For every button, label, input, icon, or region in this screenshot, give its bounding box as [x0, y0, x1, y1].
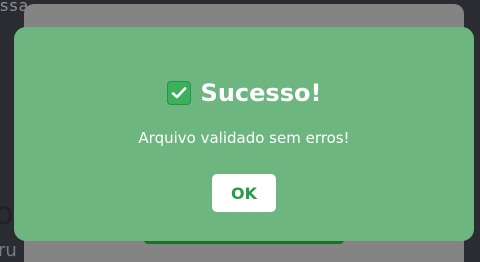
dialog-title-row: Sucesso! — [14, 79, 474, 107]
check-box-icon — [166, 81, 191, 105]
app-window: ssa · · · · · · · · · · · o ru Sucesso! … — [0, 0, 480, 262]
dialog-message: Arquivo validado sem erros! — [138, 129, 350, 147]
background-text-fragment: ru — [0, 240, 17, 261]
dialog-title: Sucesso! — [200, 79, 322, 107]
success-dialog: Sucesso! Arquivo validado sem erros! OK — [14, 27, 474, 241]
background-heading-fragment: o — [0, 194, 14, 232]
ok-button[interactable]: OK — [212, 174, 276, 212]
